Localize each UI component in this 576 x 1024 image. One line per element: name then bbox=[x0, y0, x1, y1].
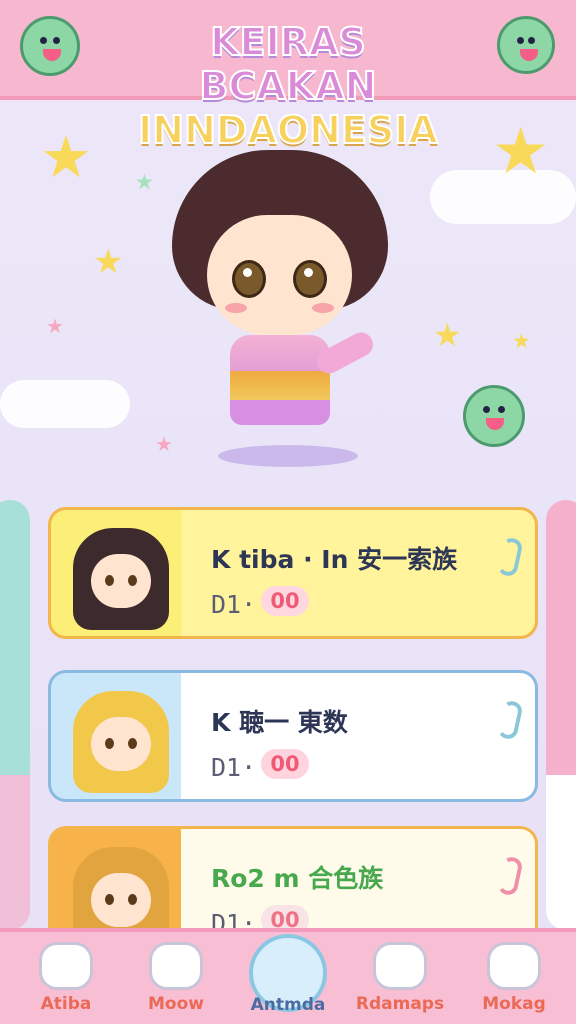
mascot-mouth bbox=[486, 418, 504, 430]
green-ghost-mascot-icon bbox=[463, 385, 525, 447]
character-name: K tiba · In 安一索族 bbox=[211, 545, 458, 574]
avatar-face bbox=[91, 717, 151, 771]
nav-item-avatar[interactable]: Antmda bbox=[242, 934, 334, 1024]
left-blush bbox=[225, 303, 247, 313]
star-icon: ★ bbox=[433, 316, 462, 354]
teal-pencil-decoration bbox=[0, 500, 30, 930]
left-eye bbox=[232, 260, 266, 298]
character-card-1[interactable]: K tiba · In 安一索族 D1· 00 bbox=[48, 507, 538, 639]
card-link-icon[interactable] bbox=[496, 699, 524, 741]
character-arm bbox=[312, 328, 378, 378]
nav-label-shop: Moow bbox=[148, 994, 204, 1014]
star-icon: ★ bbox=[492, 115, 550, 189]
card-link-icon[interactable] bbox=[496, 855, 524, 897]
star-icon: ★ bbox=[93, 242, 124, 282]
character-level-label: D1· bbox=[211, 753, 257, 782]
mascot-mouth bbox=[520, 49, 538, 61]
character-name: K 聴一 東数 bbox=[211, 708, 348, 737]
green-mascot-icon bbox=[20, 16, 80, 76]
mascot-icon bbox=[487, 942, 541, 990]
nav-item-characters[interactable]: Rdamaps bbox=[354, 942, 446, 1024]
nav-item-shop[interactable]: Moow bbox=[130, 942, 222, 1024]
character-shadow bbox=[218, 445, 358, 467]
main-character[interactable] bbox=[155, 145, 405, 467]
avatar-face bbox=[91, 873, 151, 927]
character-card-2[interactable]: K 聴一 東数 D1· 00 bbox=[48, 670, 538, 802]
shop-basket-icon bbox=[149, 942, 203, 990]
character-icon bbox=[373, 942, 427, 990]
character-avatar-2 bbox=[73, 691, 169, 793]
character-level-value: 00 bbox=[261, 749, 309, 779]
nav-label-mascot: Mokag bbox=[482, 994, 546, 1014]
character-level-value: 00 bbox=[261, 586, 309, 616]
sparkle-icon: ★ bbox=[512, 329, 531, 353]
character-name: Ro2 m 合色族 bbox=[211, 864, 384, 893]
game-title-line-1: KEIRAS BCAKAN bbox=[199, 19, 378, 109]
avatar-face bbox=[91, 554, 151, 608]
nav-item-mascot[interactable]: Mokag bbox=[468, 942, 560, 1024]
cloud-icon bbox=[0, 380, 130, 428]
right-eye bbox=[293, 260, 327, 298]
nav-item-home[interactable]: Atiba bbox=[20, 942, 112, 1024]
game-screen: KEIRAS BCAKAN INNDAONESIA ★ ★ ★ ★ ★ ★ ★ … bbox=[0, 0, 576, 1024]
nav-label-home: Atiba bbox=[40, 994, 92, 1014]
character-face bbox=[207, 215, 352, 335]
sparkle-icon: ★ bbox=[46, 314, 64, 338]
pink-pencil-decoration bbox=[546, 500, 576, 930]
bottom-navigation: Atiba Moow Antmda Rdamaps Mokag bbox=[0, 928, 576, 1024]
home-icon bbox=[39, 942, 93, 990]
nav-label-avatar: Antmda bbox=[250, 995, 326, 1015]
nav-label-characters: Rdamaps bbox=[355, 994, 445, 1014]
game-header: KEIRAS BCAKAN INNDAONESIA bbox=[0, 0, 576, 153]
right-blush bbox=[312, 303, 334, 313]
character-avatar-1 bbox=[73, 528, 169, 630]
green-mascot-icon bbox=[497, 16, 555, 74]
star-icon: ★ bbox=[40, 123, 92, 191]
card-link-icon[interactable] bbox=[496, 536, 524, 578]
game-title: KEIRAS BCAKAN INNDAONESIA bbox=[118, 19, 458, 153]
sparkle-icon: ★ bbox=[135, 170, 154, 194]
mascot-mouth bbox=[43, 49, 61, 61]
character-level-label: D1· bbox=[211, 590, 257, 619]
character-outfit bbox=[230, 335, 330, 425]
